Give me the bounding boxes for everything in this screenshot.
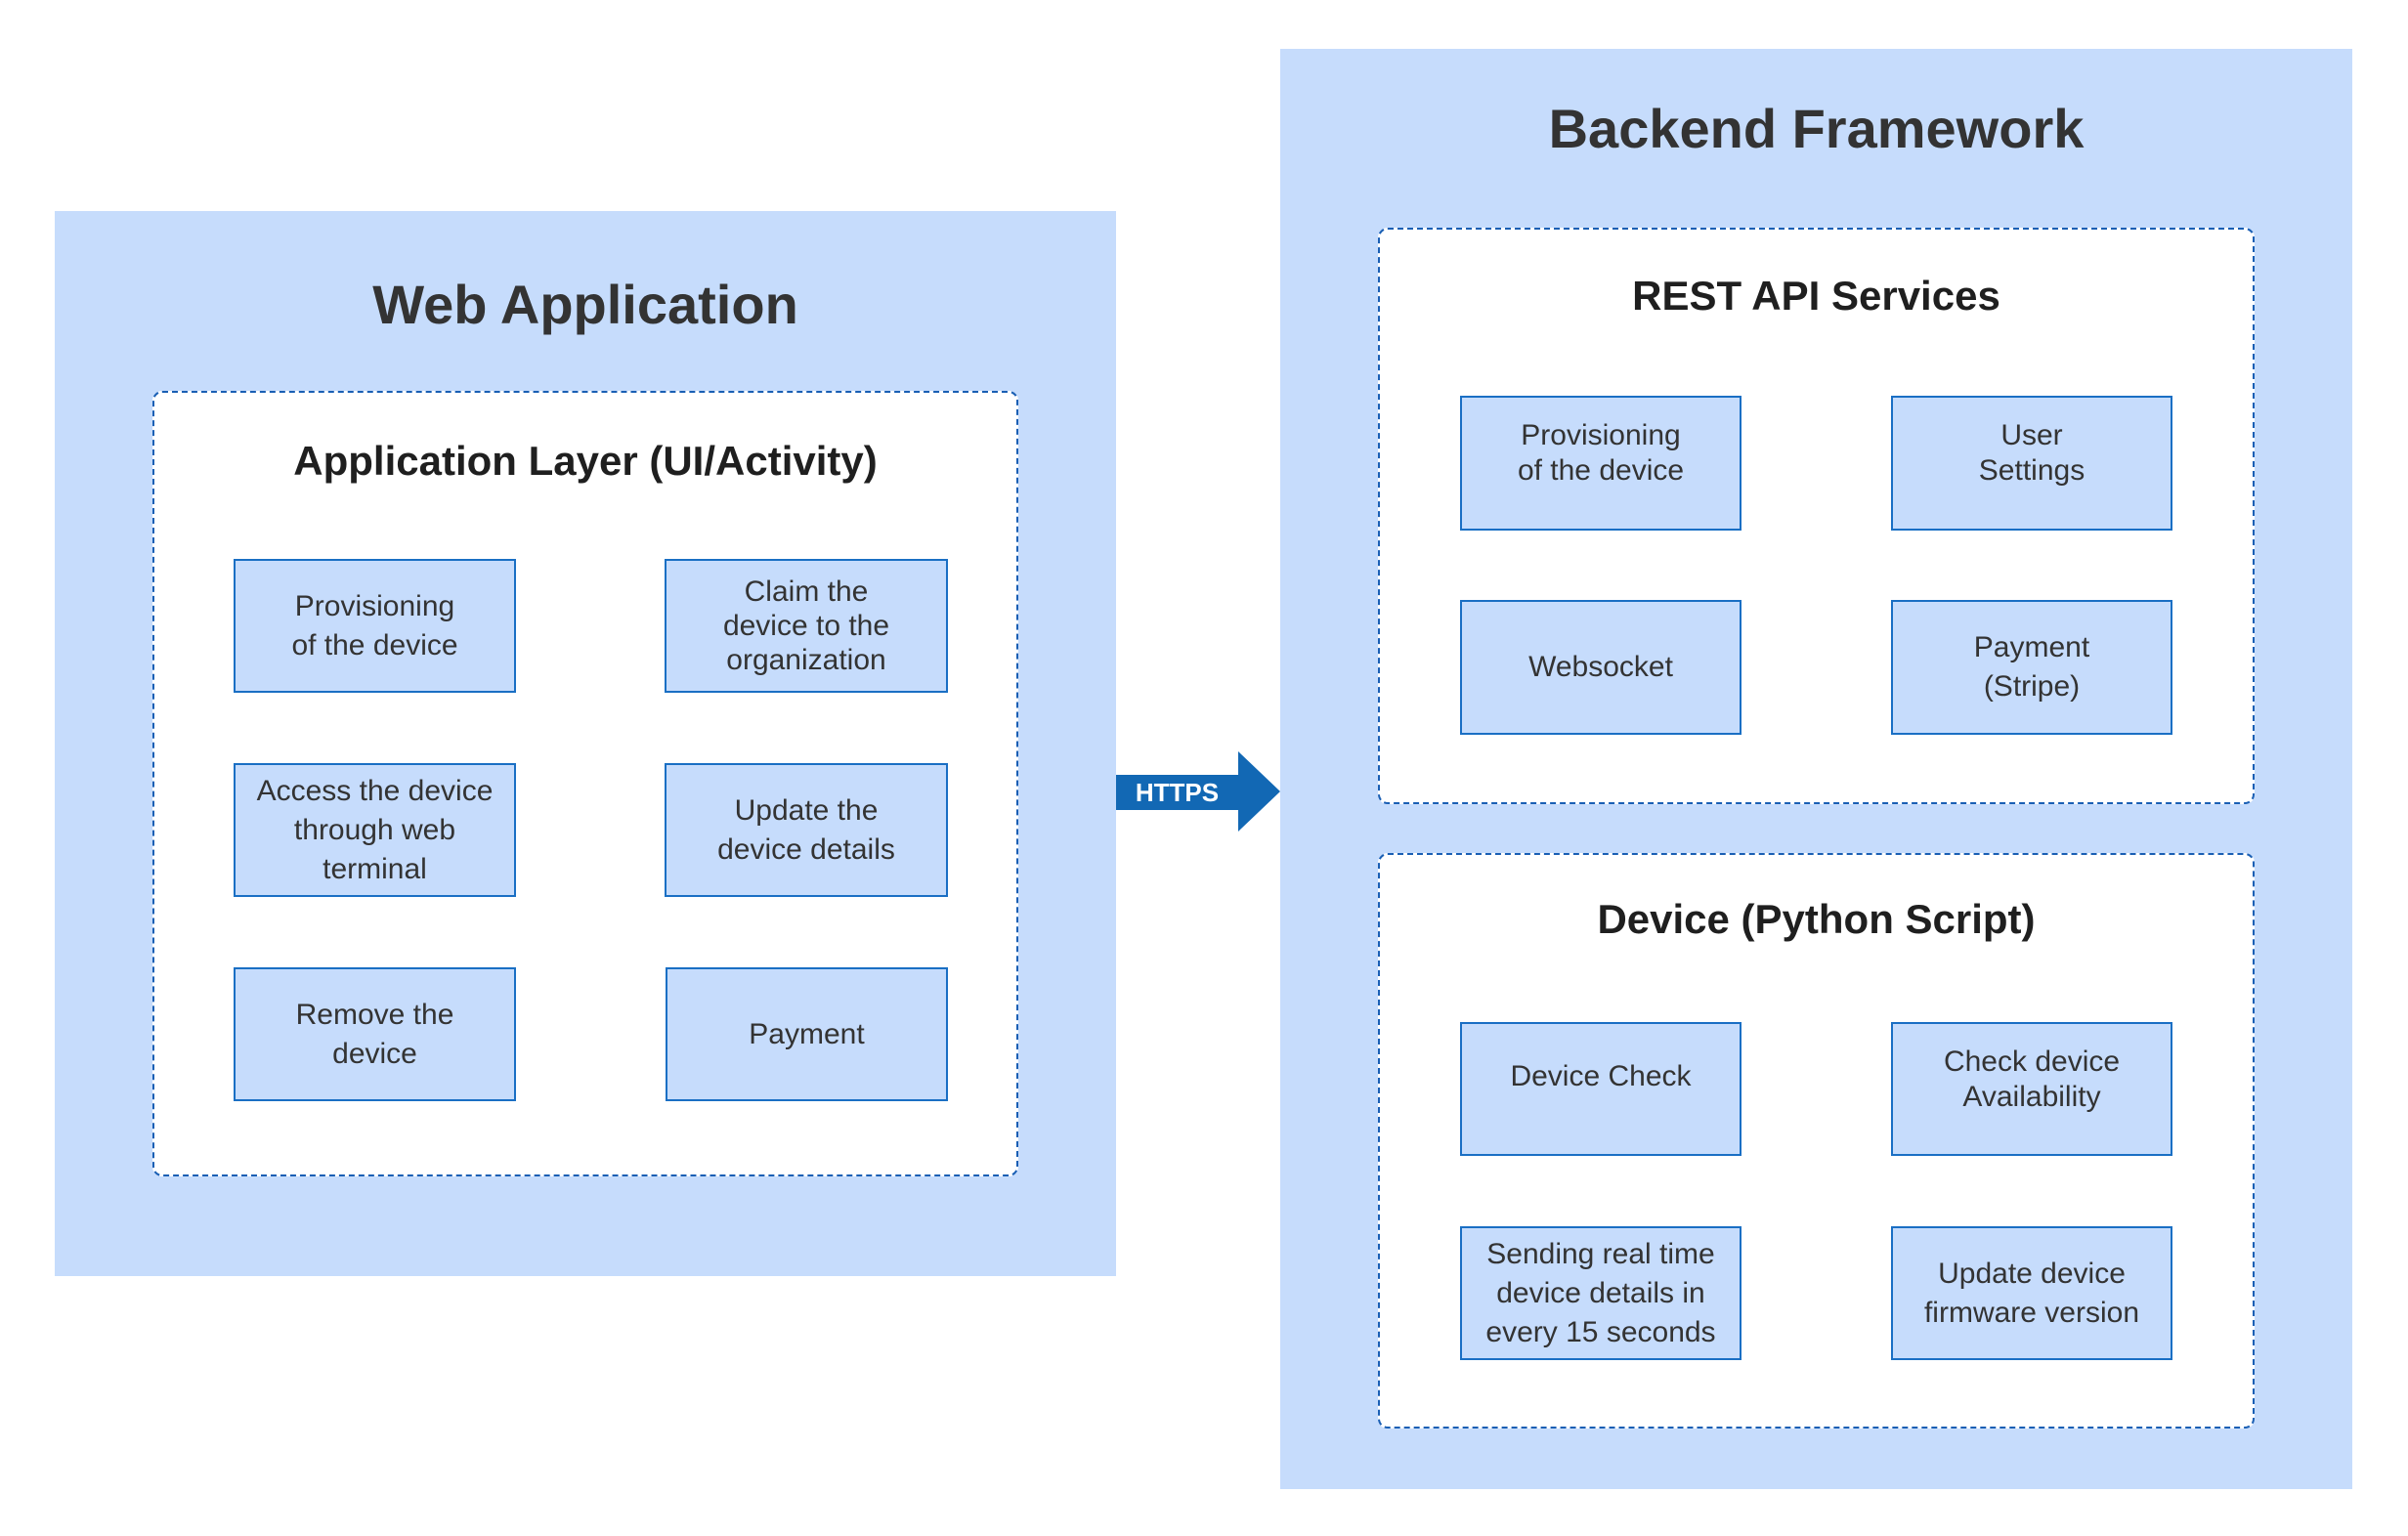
device-node-check-availability: Check device Availability [1891, 1022, 2172, 1156]
app-node-claim-device: Claim the device to the organization [665, 559, 948, 693]
app-node-provisioning: Provisioning of the device [234, 559, 516, 693]
rest-node-websocket: Websocket [1460, 600, 1742, 735]
web-application-panel: Web Application Application Layer (UI/Ac… [55, 211, 1116, 1276]
rest-node-user-settings: User Settings [1891, 396, 2172, 531]
rest-node-provisioning: Provisioning of the device [1460, 396, 1742, 531]
app-node-remove-device: Remove the device [234, 967, 516, 1101]
app-node-payment: Payment [666, 967, 948, 1101]
rest-node-payment-stripe: Payment (Stripe) [1891, 600, 2172, 735]
backend-framework-title: Backend Framework [1548, 98, 2085, 159]
app-node-update-details: Update the device details [665, 763, 948, 897]
rest-api-services-title: REST API Services [1632, 273, 2000, 319]
app-node-web-terminal: Access the device through web terminal [234, 763, 516, 897]
https-label: HTTPS [1135, 778, 1220, 807]
backend-framework-panel: Backend Framework REST API Services Devi… [1280, 49, 2352, 1489]
web-application-title: Web Application [372, 274, 798, 335]
device-node-realtime-details: Sending real time device details in ever… [1460, 1226, 1742, 1360]
device-python-script-title: Device (Python Script) [1597, 896, 2036, 942]
device-node-device-check: Device Check [1460, 1022, 1742, 1156]
application-layer-title: Application Layer (UI/Activity) [293, 438, 878, 484]
device-node-update-firmware: Update device firmware version [1891, 1226, 2172, 1360]
